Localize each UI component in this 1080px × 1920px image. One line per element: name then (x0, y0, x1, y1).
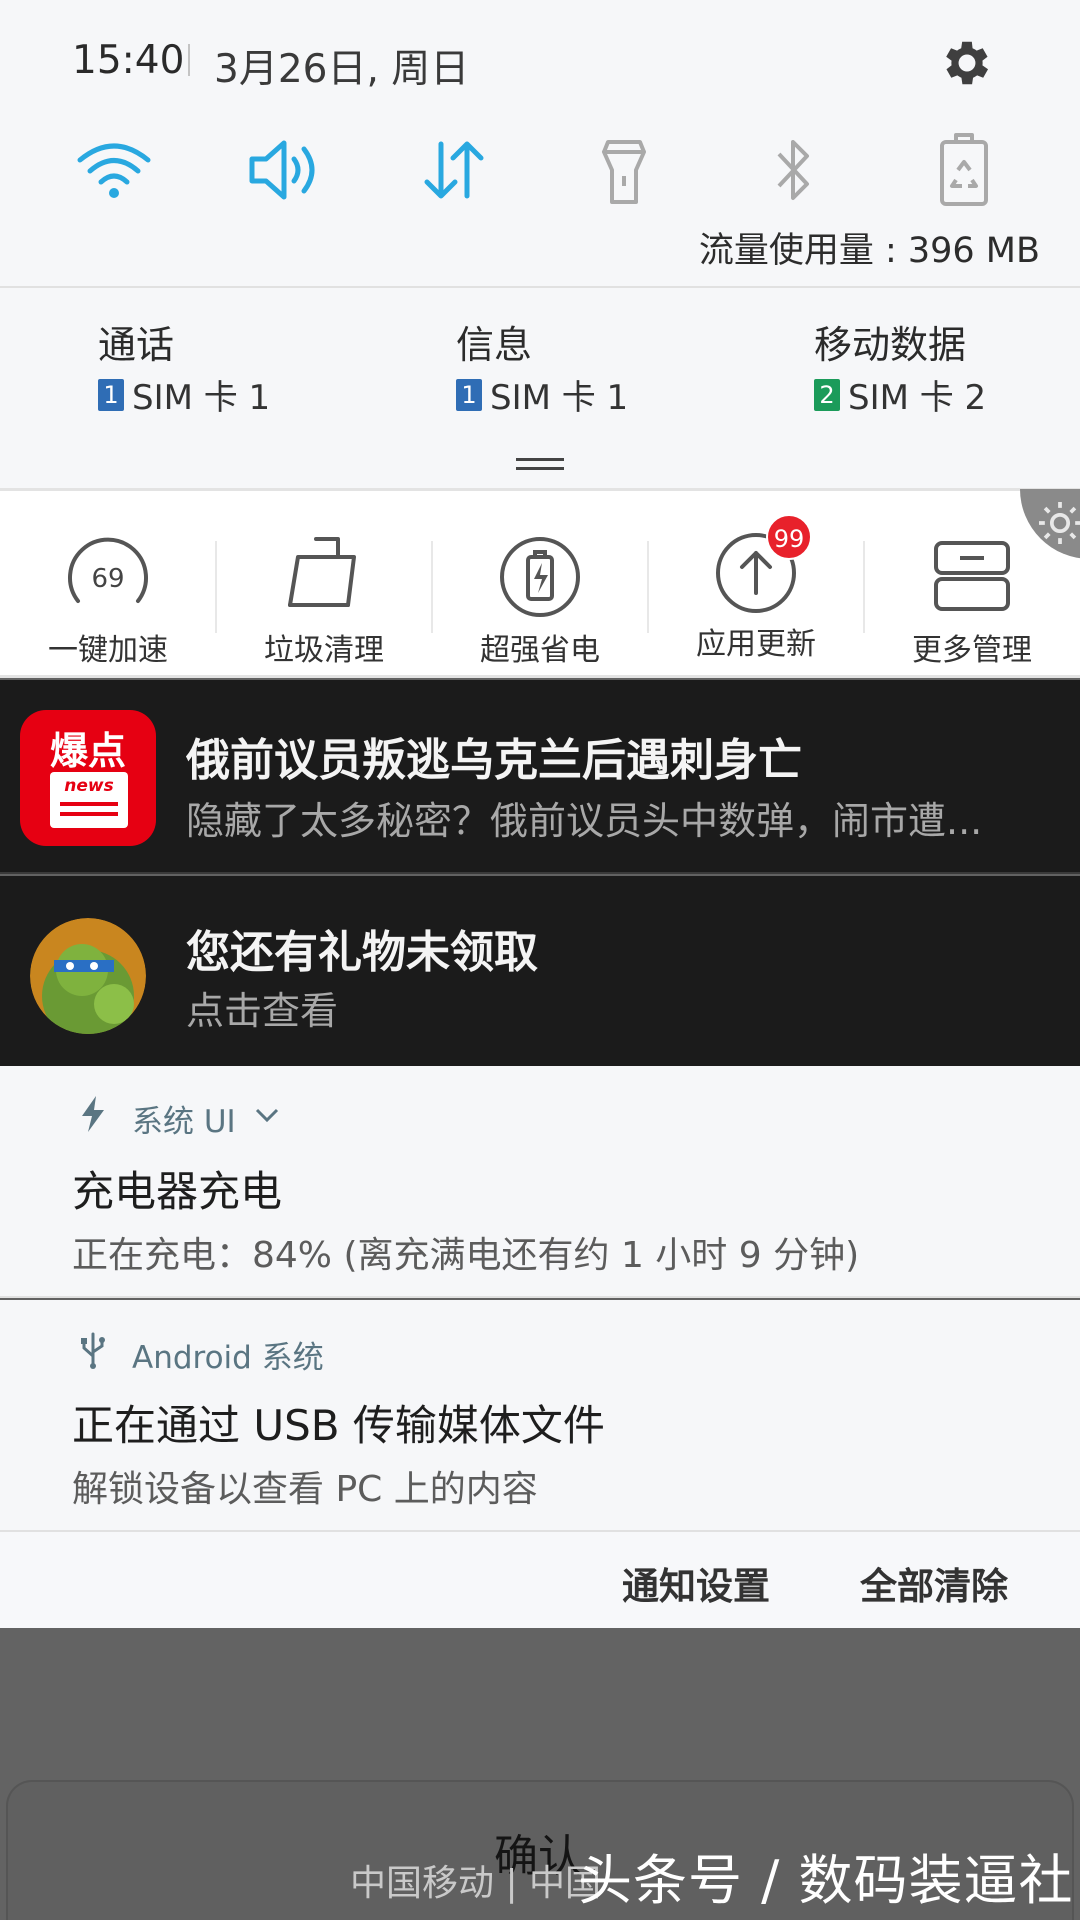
game-avatar-icon (30, 918, 146, 1034)
notification-title: 正在通过 USB 传输媒体文件 (72, 1401, 605, 1450)
carrier-label: 中国移动 | 中国 (350, 1863, 602, 1904)
notification-usb[interactable]: Android 系统 正在通过 USB 传输媒体文件 解锁设备以查看 PC 上的… (0, 1300, 1080, 1530)
clear-all-button[interactable]: 全部清除 (860, 1556, 1008, 1610)
tools-bar: 69 一键加速 垃圾清理 超强省电 应用更新 更多管理 (0, 488, 1080, 678)
sim-call-label: SIM 卡 1 (132, 378, 271, 418)
update-count-badge: 99 (766, 514, 812, 560)
divider (188, 44, 190, 76)
chevron-down-icon[interactable] (254, 1106, 280, 1124)
clock: 15:40 (72, 38, 185, 83)
drawer-icon (934, 541, 1010, 611)
sim-badge: 1 (456, 378, 482, 411)
speed-value: 69 (91, 564, 124, 594)
notification-news[interactable]: 爆点 news 俄前议员叛逃乌克兰后遇刺身亡 隐藏了太多秘密？俄前议员头中数弹，… (0, 680, 1080, 874)
tool-label: 一键加速 (48, 633, 168, 668)
sim-message[interactable]: 信息 1 SIM 卡 1 (456, 314, 628, 419)
wifi-icon[interactable] (72, 132, 156, 208)
notification-app-name: Android 系统 (132, 1340, 324, 1376)
notification-gift[interactable]: 您还有礼物未领取 点击查看 (0, 876, 1080, 1066)
drag-handle[interactable] (516, 458, 564, 470)
broom-icon (288, 537, 356, 607)
tool-power-save[interactable]: 超强省电 (432, 491, 648, 675)
news-app-icon: 爆点 news (20, 710, 156, 846)
tool-junk-clean[interactable]: 垃圾清理 (216, 491, 432, 675)
power-saving-icon[interactable] (922, 132, 1006, 208)
sound-icon[interactable] (242, 132, 326, 208)
sim-call[interactable]: 通话 1 SIM 卡 1 (98, 314, 270, 419)
watermark: 头条号 / 数码装逼社 (578, 1849, 1074, 1912)
bluetooth-icon[interactable] (752, 132, 836, 208)
notification-title: 充电器充电 (72, 1167, 283, 1216)
tool-label: 垃圾清理 (264, 633, 384, 668)
notification-title: 您还有礼物未领取 (186, 927, 538, 978)
data-usage-text: 流量使用量 : 396 MB (698, 231, 1040, 271)
sim-mobile-data-label: SIM 卡 2 (848, 378, 987, 418)
tool-more-manage[interactable]: 更多管理 (864, 491, 1080, 675)
sim-mobile-data-title: 移动数据 (814, 323, 967, 367)
sim-mobile-data[interactable]: 移动数据 2 SIM 卡 2 (814, 314, 986, 419)
quick-settings-panel: 15:40 3月26日, 周日 流量使用量 : 396 MB 通话 1 SIM 卡… (0, 0, 1080, 488)
notification-body: 点击查看 (186, 989, 339, 1033)
tool-label: 更多管理 (912, 633, 1032, 668)
date: 3月26日, 周日 (214, 47, 470, 92)
tool-app-update[interactable]: 应用更新 (648, 491, 864, 675)
tool-label: 超强省电 (480, 633, 600, 668)
sim-badge: 1 (98, 378, 124, 411)
notification-settings-button[interactable]: 通知设置 (622, 1556, 770, 1610)
notification-body: 正在充电：84% (离充满电还有约 1 小时 9 分钟) (72, 1235, 860, 1276)
notification-app-name: 系统 UI (132, 1104, 236, 1140)
tool-speed-up[interactable]: 69 一键加速 (0, 491, 216, 675)
sim-badge: 2 (814, 378, 840, 411)
tool-label: 应用更新 (696, 627, 816, 662)
battery-bolt-icon (500, 537, 580, 617)
news-icon-text: 爆点 (49, 729, 126, 773)
notification-actions: 通知设置 全部清除 (0, 1530, 1080, 1628)
lightning-icon (82, 1096, 104, 1132)
speedometer-icon: 69 (68, 537, 148, 603)
usb-icon (81, 1332, 105, 1369)
sim-message-label: SIM 卡 1 (490, 378, 629, 418)
mobile-data-icon[interactable] (412, 132, 496, 208)
notification-title: 俄前议员叛逃乌克兰后遇刺身亡 (186, 735, 802, 786)
divider (0, 286, 1080, 288)
settings-gear-icon[interactable] (938, 34, 996, 92)
notification-charging[interactable]: 系统 UI 充电器充电 正在充电：84% (离充满电还有约 1 小时 9 分钟) (0, 1066, 1080, 1298)
newspaper-icon: news (50, 772, 128, 828)
news-icon-subtext: news (64, 776, 114, 796)
sim-call-title: 通话 (98, 323, 175, 367)
notification-body: 隐藏了太多秘密？俄前议员头中数弹，闹市遭... (186, 799, 983, 843)
sim-message-title: 信息 (456, 323, 533, 367)
notification-body: 解锁设备以查看 PC 上的内容 (72, 1469, 538, 1510)
flashlight-icon[interactable] (582, 132, 666, 208)
